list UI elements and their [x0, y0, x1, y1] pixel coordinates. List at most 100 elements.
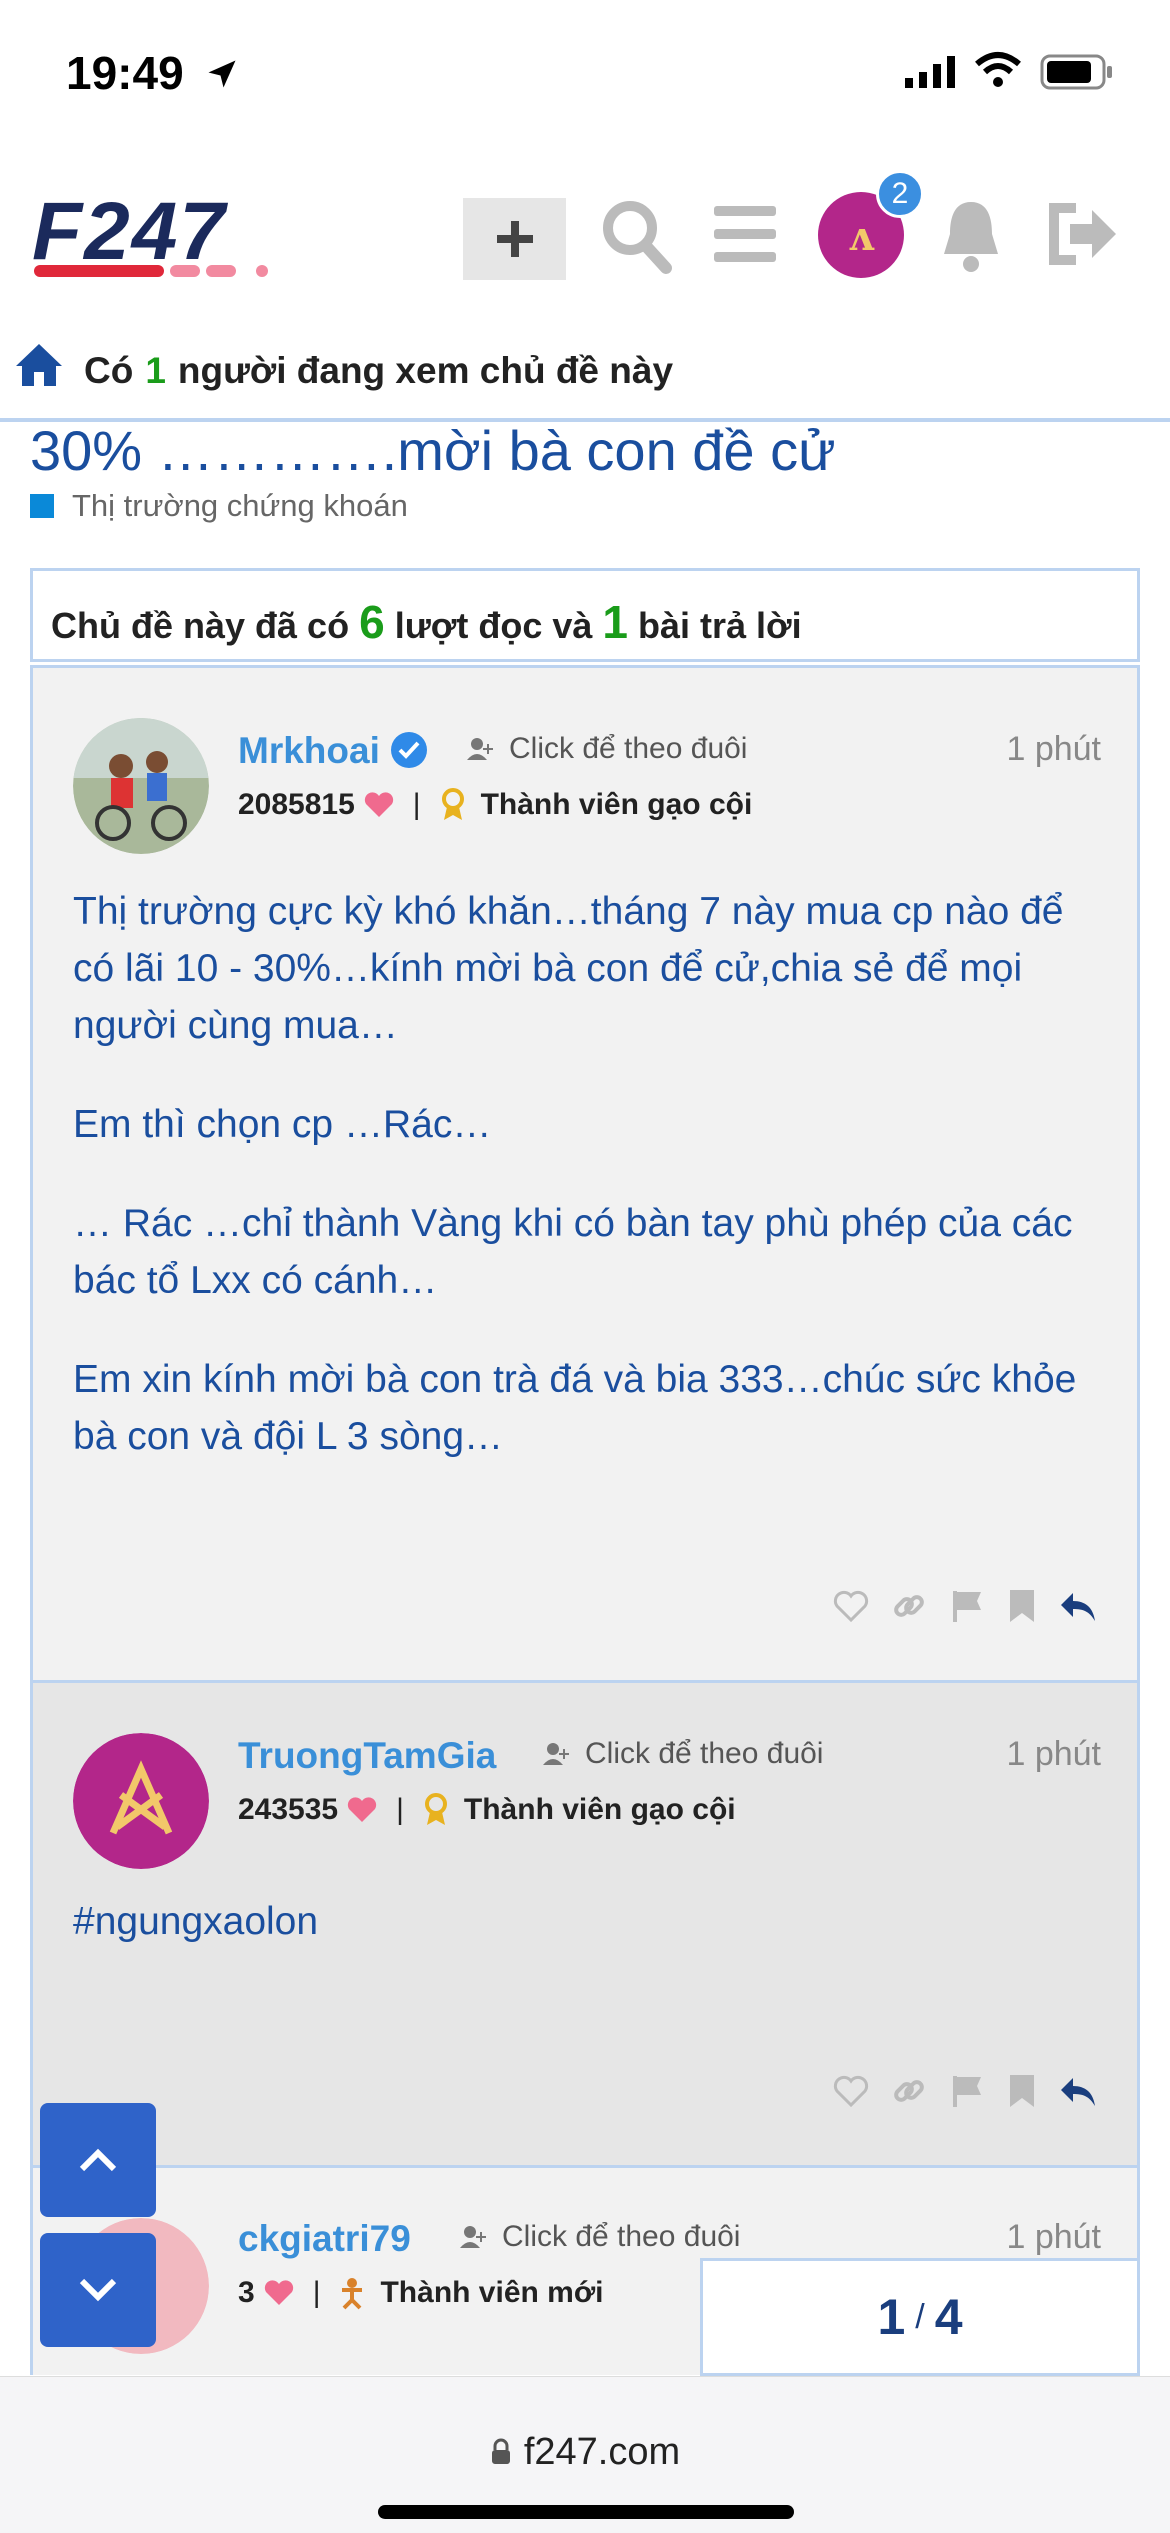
follow-label: Click để theo đuôi — [585, 1737, 824, 1770]
heart-icon — [264, 2280, 293, 2305]
bookmark-icon[interactable] — [1007, 1588, 1037, 1624]
flag-icon[interactable] — [949, 2073, 985, 2109]
post-paragraph: … Rác …chỉ thành Vàng khi có bàn tay phù… — [73, 1202, 1073, 1302]
link-icon[interactable] — [891, 2073, 927, 2109]
add-user-icon — [543, 1743, 569, 1765]
f247-logo[interactable]: F247 — [30, 195, 330, 285]
like-icon[interactable] — [833, 2074, 869, 2108]
medal-icon — [441, 788, 464, 820]
stats-suffix: bài trả lời — [638, 605, 802, 646]
reply-icon[interactable] — [1059, 2074, 1097, 2108]
search-icon[interactable] — [600, 198, 672, 274]
user-meta: 243535 | Thành viên gạo cội — [238, 1793, 736, 1826]
status-bar: 19:49 — [0, 0, 1170, 150]
stats-prefix: Chủ đề này đã có — [51, 605, 350, 646]
viewers-suffix: người đang xem chủ đề này — [177, 350, 674, 391]
user-rank: Thành viên gạo cội — [480, 788, 753, 821]
post-time[interactable]: 1 phút — [1006, 2218, 1101, 2257]
add-user-icon — [460, 2226, 486, 2248]
notification-badge: 2 — [876, 170, 924, 218]
svg-text:ʌ: ʌ — [848, 213, 875, 260]
post-username[interactable]: Mrkhoai — [238, 730, 380, 772]
wifi-icon — [975, 52, 1021, 87]
stats-middle: lượt đọc và — [394, 605, 593, 646]
category-label: Thị trường chứng khoán — [72, 488, 408, 523]
verified-icon — [391, 732, 427, 768]
pager-total: 4 — [934, 2289, 963, 2345]
plus-icon — [496, 221, 533, 257]
topic-stats: Chủ đề này đã có 6 lượt đọc và 1 bài trả… — [30, 568, 1140, 662]
user-score: 3 — [238, 2276, 255, 2309]
hamburger-menu-icon[interactable] — [712, 202, 778, 266]
post-time[interactable]: 1 phút — [1006, 1735, 1101, 1774]
logout-icon[interactable] — [1046, 202, 1118, 266]
heart-icon — [347, 1797, 377, 1822]
browser-url-bar[interactable]: f247.com — [0, 2376, 1170, 2533]
newbie-icon — [342, 2278, 363, 2310]
post-paragraph: Thị trường cực kỳ khó khăn…tháng 7 này m… — [73, 890, 1064, 1047]
stats-views: 6 — [359, 596, 385, 648]
chevron-up-icon — [79, 2148, 117, 2172]
post: TruongTamGia Click để theo đuôi 1 phút 2… — [30, 1680, 1140, 2165]
post: Mrkhoai Click để theo đuôi 1 phút 208581… — [30, 665, 1140, 1680]
post-pager[interactable]: 1 / 4 — [700, 2258, 1140, 2376]
user-score: 243535 — [238, 1793, 339, 1826]
viewers-text: Có 1 người đang xem chủ đề này — [84, 350, 673, 392]
status-time: 19:49 — [66, 47, 184, 99]
user-rank: Thành viên gạo cội — [463, 1793, 736, 1826]
stats-replies: 1 — [602, 596, 628, 648]
follow-label: Click để theo đuôi — [502, 2220, 741, 2253]
follow-button[interactable]: Click để theo đuôi — [458, 2220, 740, 2254]
flag-icon[interactable] — [949, 1588, 985, 1624]
post-paragraph: Em xin kính mời bà con trà đá và bia 333… — [73, 1358, 1077, 1458]
home-indicator[interactable] — [378, 2505, 794, 2519]
bookmark-icon[interactable] — [1007, 2073, 1037, 2109]
post-username[interactable]: TruongTamGia — [238, 1735, 496, 1777]
medal-icon — [424, 1793, 447, 1825]
follow-label: Click để theo đuôi — [509, 732, 748, 765]
battery-icon — [1040, 54, 1112, 90]
post-time[interactable]: 1 phút — [1006, 730, 1101, 769]
viewers-prefix: Có — [84, 350, 134, 391]
avatar[interactable] — [73, 1733, 209, 1869]
viewers-bar: Có 1 người đang xem chủ đề này — [0, 330, 1170, 422]
reply-icon[interactable] — [1059, 1589, 1097, 1623]
topic-category[interactable]: Thị trường chứng khoán — [30, 488, 408, 524]
viewers-count: 1 — [145, 350, 166, 391]
scroll-up-button[interactable] — [40, 2103, 156, 2217]
post-paragraph: #ngungxaolon — [73, 1900, 319, 1943]
svg-text:F247: F247 — [32, 195, 228, 277]
user-score: 2085815 — [238, 788, 355, 821]
location-arrow-icon — [208, 60, 236, 88]
pager-separator: / — [915, 2297, 925, 2336]
post-paragraph: Em thì chọn cp …Rác… — [73, 1103, 492, 1146]
link-icon[interactable] — [891, 1588, 927, 1624]
heart-icon — [364, 792, 393, 817]
post-body: #ngungxaolon — [73, 1893, 1103, 1992]
user-meta: 3 | Thành viên mới — [238, 2276, 604, 2310]
pager-current: 1 — [877, 2289, 906, 2345]
cellular-signal-icon — [905, 56, 955, 88]
post-actions — [833, 1588, 1097, 1624]
url-display[interactable]: f247.com — [0, 2431, 1170, 2474]
post-body: Thị trường cực kỳ khó khăn…tháng 7 này m… — [73, 883, 1103, 1507]
follow-button[interactable]: Click để theo đuôi — [541, 1737, 823, 1771]
chevron-down-icon — [79, 2278, 117, 2302]
new-topic-button[interactable] — [463, 198, 566, 280]
user-meta: 2085815 | Thành viên gạo cội — [238, 788, 753, 821]
post-username[interactable]: ckgiatri79 — [238, 2218, 411, 2260]
site-header: F247 ʌ 2 — [0, 150, 1170, 320]
scroll-down-button[interactable] — [40, 2233, 156, 2347]
like-icon[interactable] — [833, 1589, 869, 1623]
avatar[interactable] — [73, 718, 209, 854]
home-icon[interactable] — [14, 342, 64, 388]
url-text: f247.com — [523, 2431, 681, 2473]
bell-icon[interactable] — [938, 198, 1004, 274]
category-color-square — [30, 494, 54, 518]
follow-button[interactable]: Click để theo đuôi — [465, 732, 747, 766]
topic-title[interactable]: 30% ………….mời bà con đề cử — [30, 418, 836, 483]
post-actions — [833, 2073, 1097, 2109]
user-rank: Thành viên mới — [380, 2276, 604, 2309]
lock-icon — [491, 2438, 510, 2464]
add-user-icon — [467, 738, 493, 760]
